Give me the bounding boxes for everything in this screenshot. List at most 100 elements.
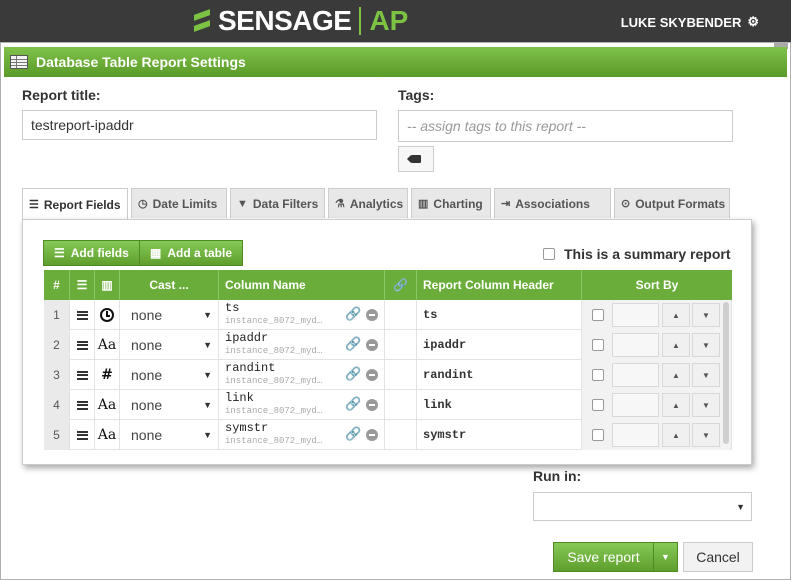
- drag-handle-icon: [76, 370, 88, 380]
- link-cell: [385, 300, 417, 330]
- tab-charting[interactable]: ▥ Charting: [411, 188, 491, 218]
- sort-order-input[interactable]: [612, 303, 659, 327]
- table-row[interactable]: 3 # none ▼ randint instance_8072_myd… 🔗 r…: [44, 360, 732, 390]
- summary-report-checkbox[interactable]: [543, 248, 555, 260]
- link-icon[interactable]: 🔗: [345, 308, 361, 321]
- sort-down-button[interactable]: ▼: [692, 393, 720, 417]
- sort-checkbox[interactable]: [592, 369, 604, 381]
- report-header-cell[interactable]: ts: [417, 300, 582, 330]
- cast-select[interactable]: none ▼: [120, 390, 219, 420]
- drag-handle[interactable]: [70, 300, 95, 330]
- tags-input[interactable]: -- assign tags to this report --: [398, 110, 733, 142]
- user-menu[interactable]: LUKE SKYBENDER ⚙: [621, 14, 759, 30]
- column-name: ts: [225, 301, 240, 315]
- sort-down-button[interactable]: ▼: [692, 363, 720, 387]
- sort-checkbox[interactable]: [592, 309, 604, 321]
- cast-select[interactable]: none ▼: [120, 420, 219, 450]
- link-icon[interactable]: 🔗: [345, 368, 361, 381]
- sort-up-button[interactable]: ▲: [662, 363, 690, 387]
- tags-placeholder: -- assign tags to this report --: [407, 118, 586, 134]
- remove-icon[interactable]: [366, 428, 379, 441]
- column-name: link: [225, 391, 254, 405]
- drag-handle-icon: [76, 430, 88, 440]
- save-options-dropdown[interactable]: ▼: [653, 543, 677, 571]
- caret-down-icon: ▼: [702, 400, 710, 410]
- tab-label: Output Formats: [635, 196, 726, 211]
- sort-down-button[interactable]: ▼: [692, 333, 720, 357]
- tab-analytics[interactable]: ⚗ Analytics: [328, 188, 408, 218]
- tab-report-fields[interactable]: ☰ Report Fields: [22, 188, 128, 220]
- table-row[interactable]: 4 Aa none ▼ link instance_8072_myd… 🔗 lin…: [44, 390, 732, 420]
- sort-order-input[interactable]: [612, 363, 659, 387]
- link-icon[interactable]: 🔗: [345, 428, 361, 441]
- brand-logo: SENSAGE AP: [192, 5, 408, 37]
- report-title-input[interactable]: testreport-ipaddr: [22, 110, 377, 140]
- cast-select[interactable]: none ▼: [120, 360, 219, 390]
- sort-checkbox[interactable]: [592, 429, 604, 441]
- report-header-cell[interactable]: link: [417, 390, 582, 420]
- tab-data-filters[interactable]: ▼ Data Filters: [230, 188, 325, 218]
- window-title: Database Table Report Settings: [36, 54, 246, 70]
- remove-icon[interactable]: [366, 398, 379, 411]
- cast-select[interactable]: none ▼: [120, 300, 219, 330]
- drag-handle-icon: [76, 340, 88, 350]
- header-report-column-header[interactable]: Report Column Header: [417, 270, 582, 300]
- table-icon: [10, 55, 28, 69]
- sort-order-input[interactable]: [612, 393, 659, 417]
- tab-output-formats[interactable]: ⊙ Output Formats: [614, 188, 730, 218]
- table-row[interactable]: 5 Aa none ▼ symstr instance_8072_myd… 🔗 s…: [44, 420, 732, 450]
- header-cast[interactable]: Cast ...: [120, 270, 219, 300]
- tab-label: Analytics: [349, 196, 404, 211]
- grid-scrollbar-thumb[interactable]: [723, 302, 729, 444]
- caret-down-icon: ▼: [203, 310, 212, 320]
- save-report-button[interactable]: Save report ▼: [553, 542, 678, 572]
- sort-down-button[interactable]: ▼: [692, 303, 720, 327]
- drag-handle[interactable]: [70, 330, 95, 360]
- remove-icon[interactable]: [366, 338, 379, 351]
- cast-select[interactable]: none ▼: [120, 330, 219, 360]
- sort-order-input[interactable]: [612, 423, 659, 447]
- remove-icon[interactable]: [366, 308, 379, 321]
- field-type: Aa: [95, 330, 120, 360]
- sort-up-button[interactable]: ▲: [662, 393, 690, 417]
- drag-handle[interactable]: [70, 390, 95, 420]
- link-icon[interactable]: 🔗: [345, 398, 361, 411]
- summary-report-option[interactable]: This is a summary report: [543, 246, 731, 262]
- header-sort-by[interactable]: Sort By: [582, 270, 732, 300]
- tab-associations[interactable]: ⇥ Associations: [494, 188, 611, 218]
- gear-icon[interactable]: ⚙: [747, 14, 759, 30]
- drag-handle[interactable]: [70, 360, 95, 390]
- sort-order-input[interactable]: [612, 333, 659, 357]
- remove-icon[interactable]: [366, 368, 379, 381]
- report-header-cell[interactable]: randint: [417, 360, 582, 390]
- column-name-cell: ts instance_8072_myd… 🔗: [219, 300, 385, 330]
- cancel-button[interactable]: Cancel: [683, 542, 753, 572]
- table-row[interactable]: 2 Aa none ▼ ipaddr instance_8072_myd… 🔗 i…: [44, 330, 732, 360]
- tag-button[interactable]: [398, 146, 434, 172]
- window-title-bar: Database Table Report Settings: [4, 47, 787, 77]
- sort-checkbox[interactable]: [592, 339, 604, 351]
- sort-up-button[interactable]: ▲: [662, 303, 690, 327]
- list-icon: ☰: [29, 199, 39, 211]
- brand-name: SENSAGE: [218, 5, 352, 36]
- drag-handle[interactable]: [70, 420, 95, 450]
- grid-scrollbar[interactable]: [722, 300, 730, 448]
- field-type: Aa: [95, 420, 120, 450]
- add-table-button[interactable]: ▦ Add a table: [139, 240, 244, 266]
- add-fields-button[interactable]: ☰ Add fields: [43, 240, 140, 266]
- link-icon[interactable]: 🔗: [345, 338, 361, 351]
- sort-up-button[interactable]: ▲: [662, 423, 690, 447]
- column-name: symstr: [225, 421, 269, 435]
- table-row[interactable]: 1 none ▼ ts instance_8072_myd… 🔗 ts ▲ ▼: [44, 300, 732, 330]
- run-in-select[interactable]: ▼: [533, 492, 752, 521]
- tab-label: Charting: [433, 196, 483, 211]
- sort-down-button[interactable]: ▼: [692, 423, 720, 447]
- report-header-cell[interactable]: ipaddr: [417, 330, 582, 360]
- tab-date-limits[interactable]: ◷ Date Limits: [131, 188, 227, 218]
- sort-up-button[interactable]: ▲: [662, 333, 690, 357]
- header-num: #: [44, 270, 70, 300]
- caret-down-icon: ▼: [702, 370, 710, 380]
- sort-checkbox[interactable]: [592, 399, 604, 411]
- header-column-name[interactable]: Column Name: [219, 270, 385, 300]
- report-header-cell[interactable]: symstr: [417, 420, 582, 450]
